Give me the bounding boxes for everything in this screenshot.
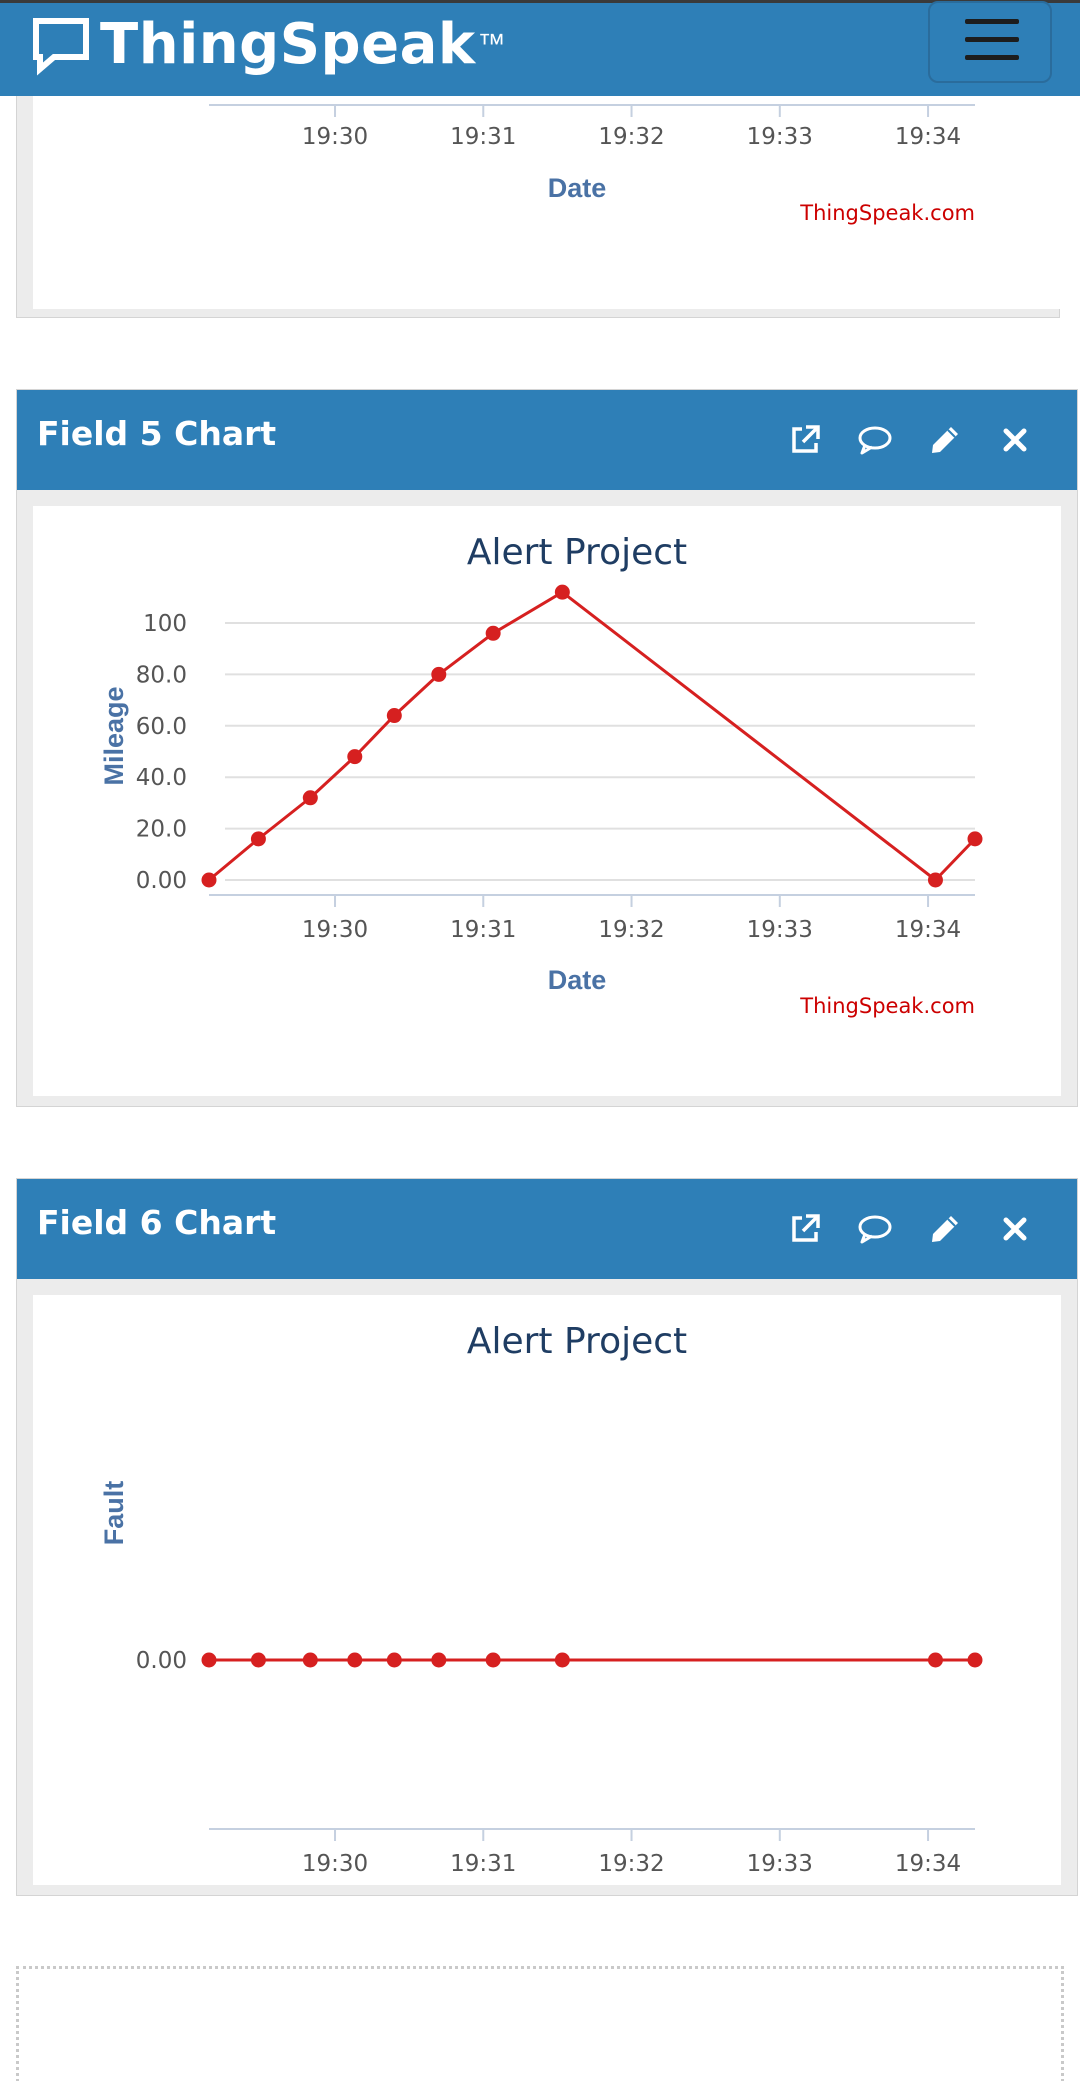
series-line bbox=[208, 590, 977, 882]
y-axis-label: Fault bbox=[99, 1481, 129, 1546]
data-point bbox=[431, 1652, 447, 1668]
x-tick-label: 19:31 bbox=[450, 917, 516, 943]
field-5-chart-panel: Field 5 Chart Alert Project 0.00 20.0 40… bbox=[16, 389, 1078, 1107]
data-point bbox=[302, 1652, 318, 1668]
speech-bubble-logo-icon bbox=[33, 18, 89, 76]
panel-actions bbox=[783, 1207, 1037, 1251]
x-tick-label: 19:33 bbox=[747, 917, 813, 943]
external-link-icon[interactable] bbox=[783, 418, 827, 462]
x-tick-label: 19:34 bbox=[895, 1851, 961, 1877]
hamburger-menu-icon-bar bbox=[965, 37, 1019, 42]
data-point bbox=[250, 831, 266, 847]
y-tick-label: 40.0 bbox=[136, 765, 187, 791]
pencil-icon[interactable] bbox=[923, 418, 967, 462]
field-6-chart-svg: Alert Project 0.00 Fault 19:30 19:31 19:32 19:… bbox=[99, 1321, 983, 1877]
close-icon[interactable] bbox=[993, 418, 1037, 462]
panel-title: Field 6 Chart bbox=[37, 1203, 277, 1242]
chart-title: Alert Project bbox=[467, 1321, 687, 1362]
hamburger-menu-icon-bar bbox=[965, 55, 1019, 60]
data-point bbox=[554, 584, 570, 600]
x-tick-label: 19:33 bbox=[747, 124, 813, 150]
field-5-chart-svg: Alert Project 0.00 20.0 40.0 60.0 80.0 100 Mile… bbox=[99, 532, 983, 1018]
x-axis-label: Date bbox=[548, 173, 607, 203]
x-tick-label: 19:31 bbox=[450, 1851, 516, 1877]
y-tick-label: 60.0 bbox=[136, 714, 187, 740]
chart-area: Alert Project 0.00 Fault 19:30 19:31 19:32 19:… bbox=[33, 1295, 1061, 1885]
data-point bbox=[347, 749, 363, 765]
x-axis-label: Date bbox=[548, 965, 607, 995]
y-axis-label: Mileage bbox=[99, 686, 129, 785]
panel-header: Field 6 Chart bbox=[17, 1179, 1077, 1279]
y-tick-label: 0.00 bbox=[136, 868, 187, 894]
external-link-icon[interactable] bbox=[783, 1207, 827, 1251]
navbar: ThingSpeak ™ bbox=[0, 0, 1080, 96]
data-point bbox=[554, 1652, 570, 1668]
x-tick-label: 19:30 bbox=[302, 1851, 368, 1877]
x-tick-label: 19:32 bbox=[598, 917, 664, 943]
x-tick-label: 19:30 bbox=[302, 124, 368, 150]
data-point bbox=[485, 1652, 501, 1668]
y-tick-label: 20.0 bbox=[136, 817, 187, 843]
data-point bbox=[386, 708, 402, 724]
chart-title: Alert Project bbox=[467, 532, 687, 573]
hamburger-menu-button[interactable] bbox=[928, 1, 1052, 83]
data-point bbox=[201, 1652, 217, 1668]
panel-actions bbox=[783, 418, 1037, 462]
panel-header: Field 5 Chart bbox=[17, 390, 1077, 490]
x-tick-label: 19:32 bbox=[598, 1851, 664, 1877]
pencil-icon[interactable] bbox=[923, 1207, 967, 1251]
data-point bbox=[431, 666, 447, 682]
y-tick-label: 100 bbox=[143, 611, 187, 637]
hamburger-menu-icon-bar bbox=[965, 19, 1019, 24]
data-point bbox=[927, 872, 943, 888]
field-6-chart-panel: Field 6 Chart Alert Project 0.00 Fault 1… bbox=[16, 1178, 1078, 1896]
brand-name: ThingSpeak bbox=[100, 11, 476, 77]
page: 19:30 19:31 19:32 19:33 19:34 Date ThingSpeak.… bbox=[0, 0, 1080, 2081]
data-point bbox=[386, 1652, 402, 1668]
data-point bbox=[250, 1652, 266, 1668]
x-tick-label: 19:31 bbox=[450, 124, 516, 150]
x-tick-label: 19:32 bbox=[598, 124, 664, 150]
data-point bbox=[201, 872, 217, 888]
chart-area: Alert Project 0.00 20.0 40.0 60.0 80.0 100 Mile… bbox=[33, 506, 1061, 1096]
x-tick-label: 19:34 bbox=[895, 124, 961, 150]
y-tick-label: 80.0 bbox=[136, 662, 187, 688]
data-point bbox=[967, 831, 983, 847]
panel-title: Field 5 Chart bbox=[37, 414, 277, 453]
data-point bbox=[485, 625, 501, 641]
x-tick-label: 19:34 bbox=[895, 917, 961, 943]
brand-trademark: ™ bbox=[477, 28, 506, 59]
next-panel-placeholder bbox=[16, 1966, 1064, 2081]
y-tick-label: 0.00 bbox=[136, 1648, 187, 1674]
brand[interactable]: ThingSpeak ™ bbox=[32, 11, 506, 77]
data-point bbox=[927, 1652, 943, 1668]
x-tick-label: 19:33 bbox=[747, 1851, 813, 1877]
data-point bbox=[967, 1652, 983, 1668]
data-point bbox=[302, 790, 318, 806]
credit-link: ThingSpeak.com bbox=[799, 994, 975, 1018]
x-tick-label: 19:30 bbox=[302, 917, 368, 943]
comment-icon[interactable] bbox=[853, 1207, 897, 1251]
data-point bbox=[347, 1652, 363, 1668]
comment-icon[interactable] bbox=[853, 418, 897, 462]
close-icon[interactable] bbox=[993, 1207, 1037, 1251]
credit-link: ThingSpeak.com bbox=[799, 201, 975, 225]
